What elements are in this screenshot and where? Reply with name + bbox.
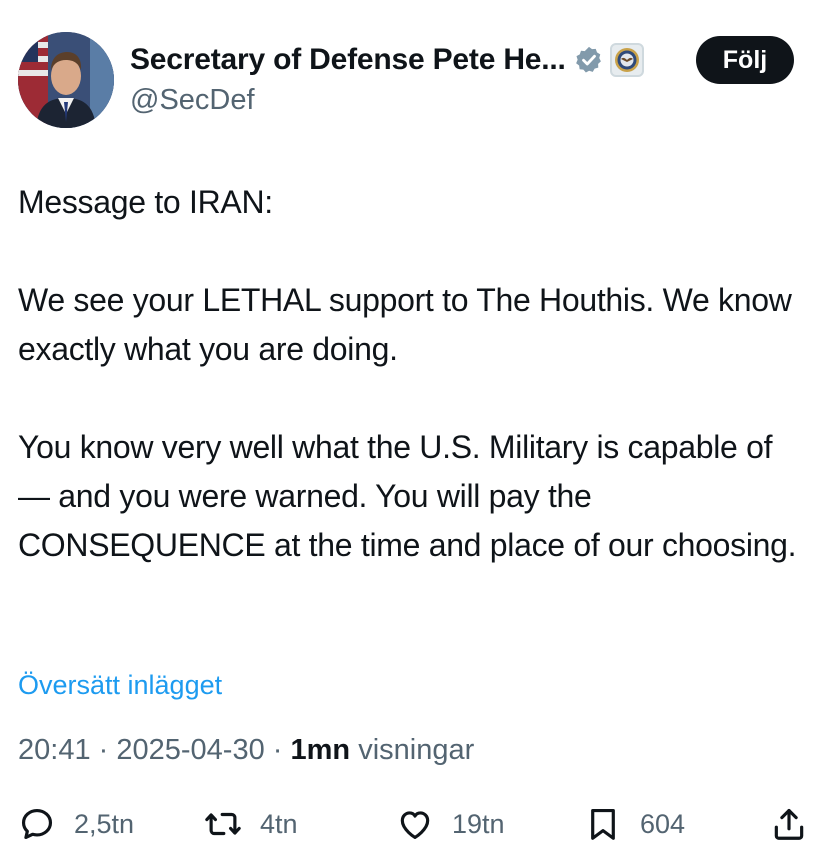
action-bar: 2,5tn 4tn 19tn 604 (18, 798, 810, 850)
share-icon (774, 808, 804, 840)
tweet-header: Secretary of Defense Pete He... @SecDef … (18, 32, 794, 128)
like-button[interactable]: 19tn (396, 798, 505, 850)
translate-post-link[interactable]: Översätt inlägget (18, 670, 222, 701)
department-of-defense-seal-icon[interactable] (609, 43, 644, 77)
view-count-label: visningar (358, 734, 475, 766)
reply-button[interactable]: 2,5tn (18, 798, 134, 850)
reply-count: 2,5tn (74, 808, 135, 839)
bookmark-button[interactable]: 604 (584, 798, 685, 850)
avatar[interactable] (18, 32, 114, 128)
post-date[interactable]: 2025-04-30 (116, 734, 264, 766)
repost-button[interactable]: 4tn (204, 798, 298, 850)
follow-button[interactable]: Följ (696, 36, 794, 84)
display-name[interactable]: Secretary of Defense Pete He... (130, 43, 566, 77)
share-button[interactable] (770, 798, 808, 850)
repost-icon (205, 812, 241, 836)
tweet-text: Message to IRAN: We see your LETHAL supp… (18, 184, 797, 563)
bookmark-count: 604 (640, 808, 686, 839)
verified-badge-icon[interactable] (574, 45, 604, 75)
like-count: 19tn (452, 808, 505, 839)
post-time[interactable]: 20:41 (18, 734, 91, 766)
name-row: Secretary of Defense Pete He... (130, 40, 644, 80)
bookmark-icon (591, 808, 615, 840)
repost-count: 4tn (260, 808, 298, 839)
user-handle[interactable]: @SecDef (130, 84, 255, 117)
like-icon (400, 811, 430, 840)
view-count[interactable]: 1mn (290, 734, 350, 766)
reply-icon (21, 808, 53, 840)
tweet-metadata: 20:41 · 2025-04-30 · 1mn visningar (18, 734, 474, 767)
meta-separator: · (90, 734, 117, 766)
meta-separator: · (264, 734, 291, 766)
